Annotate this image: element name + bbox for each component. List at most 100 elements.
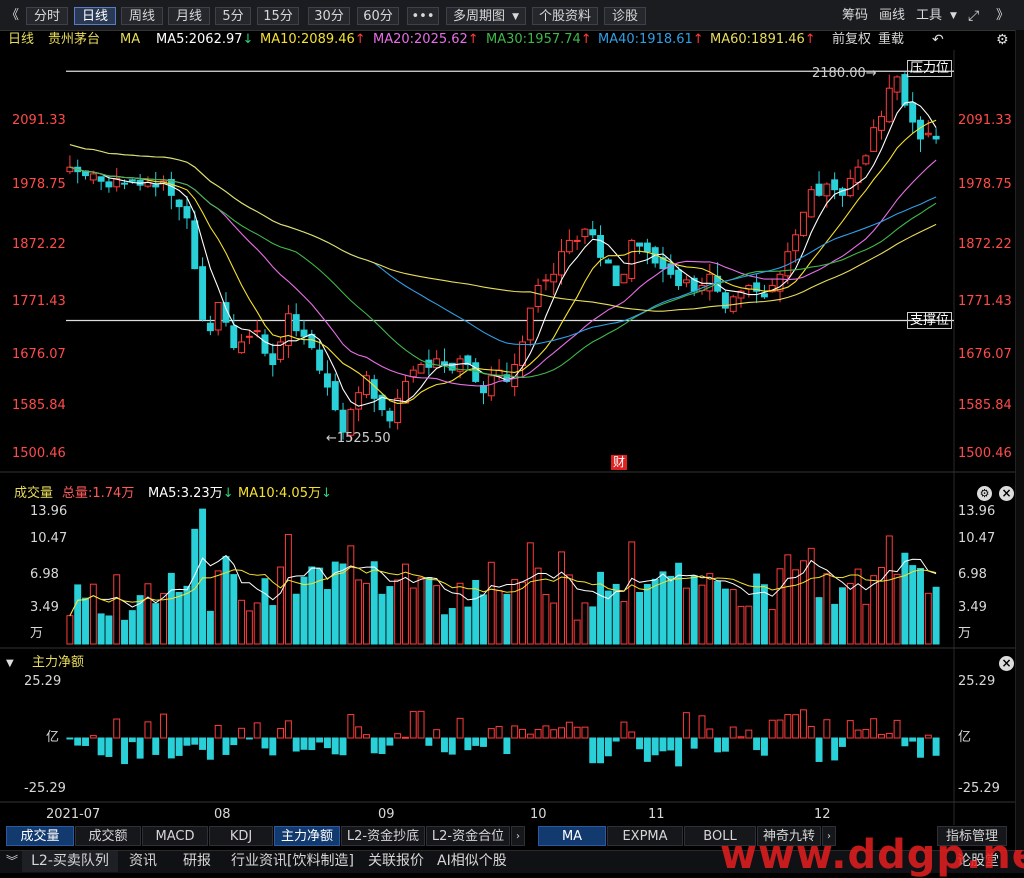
volume-y-tick-right: 3.49: [958, 600, 987, 615]
flow-bar: [823, 719, 831, 739]
volume-bar: [620, 601, 628, 645]
flow-bar: [160, 713, 168, 739]
status-tab-related[interactable]: 关联报价: [368, 851, 424, 872]
price-y-tick-right: 2091.33: [958, 113, 1012, 129]
draw-button[interactable]: 画线: [879, 7, 905, 25]
flow-panel: [0, 709, 1015, 803]
volume-bar: [144, 583, 152, 645]
more-periods-button[interactable]: •••: [407, 7, 439, 25]
period-tab-30min[interactable]: 30分: [308, 7, 350, 25]
status-tab-industry[interactable]: 行业资讯[饮料制造]: [231, 851, 354, 872]
indicator-tab-turnover[interactable]: 成交额: [75, 826, 141, 846]
period-tab-60min[interactable]: 60分: [357, 7, 399, 25]
flow-bar: [511, 725, 519, 739]
period-tab-5min[interactable]: 5分: [215, 7, 251, 25]
indicator-tab-kdj[interactable]: KDJ: [209, 826, 273, 846]
period-tab-weekly[interactable]: 周线: [121, 7, 163, 25]
x-axis-tick: 10: [530, 807, 547, 822]
flow-close-icon[interactable]: ×: [999, 656, 1014, 671]
flow-bar: [636, 737, 644, 750]
candle-body: [269, 353, 277, 365]
overlay-tab-ma[interactable]: MA: [538, 826, 606, 846]
candle-body: [589, 229, 597, 236]
watermark: www.ddgp.net: [720, 832, 1024, 878]
diagnose-button[interactable]: 诊股: [604, 7, 646, 25]
candle-body: [620, 273, 628, 284]
volume-bar: [542, 594, 550, 645]
flow-bar: [573, 726, 581, 739]
indicator-tab-macd[interactable]: MACD: [142, 826, 208, 846]
period-tab-intraday[interactable]: 分时: [26, 7, 68, 25]
back-chevron-icon[interactable]: 《: [6, 7, 19, 25]
flow-bar: [659, 737, 667, 752]
indicator-tab-l2-position[interactable]: L2-资金合位: [426, 826, 510, 846]
support-label[interactable]: 支撑位: [907, 312, 953, 329]
period-tab-monthly[interactable]: 月线: [168, 7, 210, 25]
legend-stock-name: 贵州茅台: [48, 32, 101, 47]
settings-gear-icon[interactable]: ⚙: [996, 32, 1009, 48]
flow-bar: [206, 737, 214, 760]
volume-bar: [838, 587, 846, 645]
volume-bar: [66, 615, 74, 645]
candle-body: [636, 242, 644, 247]
indicator-tab-main-flow[interactable]: 主力净额: [274, 826, 340, 846]
resistance-label[interactable]: 压力位: [907, 60, 953, 77]
finance-badge[interactable]: 财: [611, 455, 628, 470]
forward-chevron-icon[interactable]: 》: [996, 7, 1009, 25]
volume-bar: [706, 573, 714, 645]
overlay-tab-expma[interactable]: EXPMA: [607, 826, 683, 846]
chart-canvas[interactable]: [0, 50, 1024, 825]
flow-bar: [768, 719, 776, 739]
period-tab-15min[interactable]: 15分: [257, 7, 299, 25]
flow-bar: [97, 737, 105, 756]
price-y-tick-left: 2091.33: [12, 113, 66, 129]
legend-ma30: MA30:1957.74↑: [486, 32, 592, 47]
candle-body: [238, 341, 246, 354]
volume-bar: [784, 554, 792, 645]
chips-button[interactable]: 筹码: [842, 7, 868, 25]
flow-y-tick-left: 25.29: [24, 674, 62, 689]
expand-icon[interactable]: ⤢: [968, 7, 979, 25]
status-tab-l2-queue[interactable]: L2-买卖队列: [22, 851, 118, 872]
x-axis-tick: 12: [814, 807, 831, 822]
flow-bar: [628, 731, 636, 739]
stock-info-button[interactable]: 个股资料: [532, 7, 598, 25]
candle-body: [245, 335, 253, 338]
price-y-tick-right: 1676.07: [958, 347, 1012, 363]
volume-settings-gear-icon[interactable]: ⚙: [977, 486, 992, 501]
volume-bar: [503, 593, 511, 645]
volume-bar: [230, 574, 238, 645]
chevron-down-icon: ▼: [512, 12, 519, 22]
volume-bar: [355, 579, 363, 645]
volume-bar: [597, 571, 605, 645]
volume-bar: [831, 603, 839, 645]
multi-period-dropdown[interactable]: 多周期图 ▼: [446, 7, 526, 25]
adjust-button[interactable]: 前复权: [832, 32, 871, 48]
indicator-tab-l2-bottom[interactable]: L2-资金抄底: [341, 826, 425, 846]
undo-icon[interactable]: ↶: [932, 32, 944, 48]
period-tab-daily[interactable]: 日线: [74, 7, 116, 25]
status-tab-research[interactable]: 研报: [183, 851, 211, 872]
tools-chevron-down-icon[interactable]: ▼: [950, 7, 957, 25]
volume-bar: [394, 579, 402, 645]
flow-collapse-icon[interactable]: ▼: [6, 656, 14, 672]
volume-close-icon[interactable]: ×: [999, 486, 1014, 501]
indicator-tab-volume[interactable]: 成交量: [6, 826, 74, 846]
flow-y-tick-left: -25.29: [24, 781, 66, 796]
volume-bar: [862, 603, 870, 645]
status-tab-ai-similar[interactable]: AI相似个股: [437, 851, 507, 872]
tools-button[interactable]: 工具: [916, 7, 942, 25]
status-collapse-icon[interactable]: ︾: [6, 851, 18, 872]
flow-bar: [815, 737, 823, 762]
flow-bar: [464, 737, 472, 751]
candle-body: [433, 358, 441, 369]
price-panel-bg: [0, 50, 1015, 472]
indicator-scroll-right-icon[interactable]: ›: [511, 826, 525, 846]
stack-button[interactable]: 重载: [878, 32, 904, 48]
flow-y-tick-right: 亿: [958, 730, 972, 745]
status-tab-news[interactable]: 资讯: [129, 851, 157, 872]
volume-bar: [667, 575, 675, 645]
flow-bar: [901, 737, 909, 747]
candle-body: [105, 181, 113, 188]
candle-body: [604, 259, 612, 264]
